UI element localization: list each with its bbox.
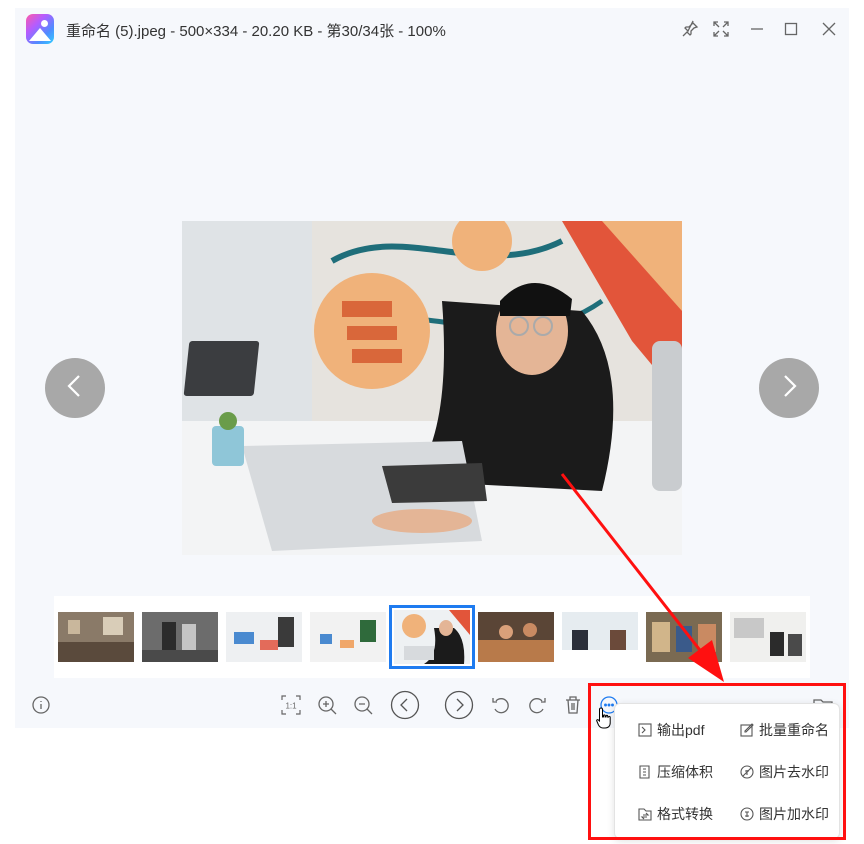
previous-icon[interactable] <box>390 690 420 720</box>
thumbnail[interactable] <box>310 612 386 662</box>
maximize-icon[interactable] <box>782 20 800 38</box>
info-icon[interactable] <box>30 694 52 716</box>
next-image-button[interactable] <box>759 358 819 418</box>
chevron-right-icon <box>776 373 802 404</box>
thumbnail[interactable] <box>478 612 554 662</box>
close-icon[interactable] <box>820 20 838 38</box>
main-image <box>182 221 682 555</box>
fullscreen-icon[interactable] <box>712 20 730 38</box>
minimize-icon[interactable] <box>748 20 766 38</box>
window-title: 重命名 (5).jpeg - 500×334 - 20.20 KB - 第30/… <box>66 23 446 40</box>
rotate-left-icon[interactable] <box>490 694 512 716</box>
svg-text:1:1: 1:1 <box>285 702 297 711</box>
prev-image-button[interactable] <box>45 358 105 418</box>
thumbnail[interactable] <box>58 612 134 662</box>
thumbnail[interactable] <box>226 612 302 662</box>
thumbnail[interactable] <box>562 612 638 662</box>
zoom-in-icon[interactable] <box>316 694 338 716</box>
thumbnail[interactable] <box>646 612 722 662</box>
pin-icon[interactable] <box>681 20 699 38</box>
thumbnail[interactable] <box>730 612 806 662</box>
rotate-right-icon[interactable] <box>526 694 548 716</box>
delete-icon[interactable] <box>562 694 584 716</box>
chevron-left-icon <box>62 373 88 404</box>
thumbnail-strip <box>54 596 810 678</box>
app-logo-icon <box>26 14 54 44</box>
actual-size-icon[interactable]: 1:1 <box>280 694 302 716</box>
annotation-highlight-box <box>588 683 846 840</box>
thumbnail-selected[interactable] <box>389 605 475 669</box>
next-icon[interactable] <box>444 690 474 720</box>
zoom-out-icon[interactable] <box>352 694 374 716</box>
thumbnail[interactable] <box>142 612 218 662</box>
